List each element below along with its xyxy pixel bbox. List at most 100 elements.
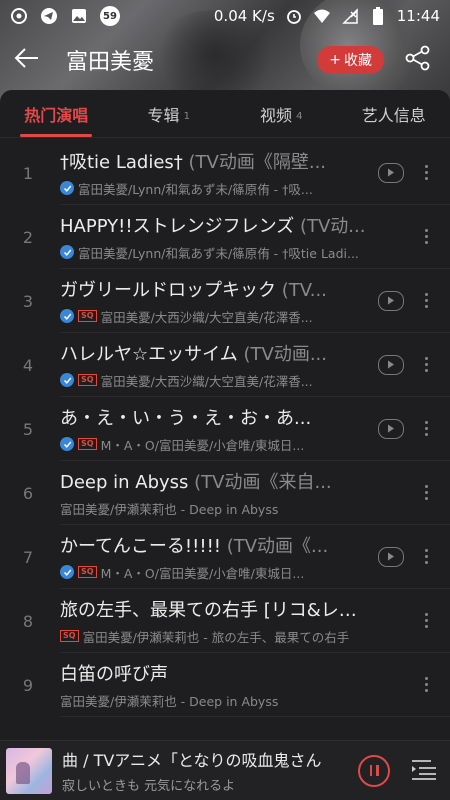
song-subtitle: (TV动画《来自...	[188, 471, 332, 493]
song-rank: 2	[22, 227, 34, 247]
more-options-button[interactable]	[416, 542, 436, 572]
more-options-button[interactable]	[416, 222, 436, 252]
mini-player[interactable]: 曲 / TVアニメ「となりの吸血鬼さん 寂しいときも 元気になれるよ	[0, 740, 450, 800]
share-icon	[405, 45, 431, 75]
song-row[interactable]: 5 あ・え・い・う・え・お・あ... SQ M・A・O/富田美憂/小倉唯/東城日…	[0, 397, 450, 461]
song-artists: M・A・O/富田美憂/小倉唯/東城日...	[100, 565, 305, 581]
tab-albums[interactable]: 专辑 1	[113, 90, 226, 137]
album-cover[interactable]	[6, 747, 52, 794]
song-title: HAPPY!!ストレンジフレンズ	[60, 215, 295, 237]
mv-button[interactable]	[378, 290, 404, 311]
content-panel: 热门演唱 专辑 1 视频 4 艺人信息 1 †吸tie Ladies† (TV动…	[0, 90, 450, 740]
verified-icon	[60, 437, 74, 451]
song-title: ハレルヤ☆エッサイム	[60, 343, 238, 365]
song-artists: 富田美憂/Lynn/和氣あず未/篠原侑 - †吸tie Ladi...	[78, 245, 359, 261]
song-title-line: ハレルヤ☆エッサイム (TV动画...	[60, 340, 370, 366]
header-bar: 富田美憂 + 收藏	[0, 34, 450, 86]
song-row[interactable]: 2 HAPPY!!ストレンジフレンズ (TV动... 富田美憂/Lynn/和氣あ…	[0, 205, 450, 269]
more-options-button[interactable]	[416, 606, 436, 636]
song-meta: 富田美憂/伊瀬茉莉也 - Deep in Abyss	[60, 691, 370, 710]
more-options-button[interactable]	[416, 350, 436, 380]
song-title: 白笛の呼び声	[60, 663, 168, 685]
netease-notification-icon	[10, 7, 28, 25]
mv-button[interactable]	[378, 418, 404, 439]
more-options-button[interactable]	[416, 670, 436, 700]
song-row[interactable]: 4 ハレルヤ☆エッサイム (TV动画... SQ 富田美憂/大西沙織/大空直美/…	[0, 333, 450, 397]
song-meta: SQ 富田美憂/大西沙織/大空直美/花澤香...	[60, 307, 370, 326]
song-title-line: HAPPY!!ストレンジフレンズ (TV动...	[60, 212, 370, 238]
song-title: ガヴリールドロップキック	[60, 279, 276, 301]
song-rank: 5	[22, 419, 34, 439]
song-title: †吸tie Ladies†	[60, 151, 183, 173]
song-meta: 富田美憂/Lynn/和氣あず未/篠原侑 - †吸tie Ladi...	[60, 243, 370, 262]
tab-count: 4	[296, 111, 303, 122]
more-options-button[interactable]	[416, 158, 436, 188]
song-title-line: かーてんこーる!!!!! (TV动画《...	[60, 532, 370, 558]
now-playing-title: 曲 / TVアニメ「となりの吸血鬼さん	[62, 751, 322, 770]
song-rank: 8	[22, 611, 34, 631]
song-subtitle: (TV动画...	[237, 343, 328, 365]
playlist-icon	[411, 758, 437, 784]
tab-label: 热门演唱	[24, 105, 89, 125]
song-row[interactable]: 1 †吸tie Ladies† (TV动画《隔壁... 富田美憂/Lynn/和氣…	[0, 141, 450, 205]
sq-quality-icon: SQ	[78, 438, 97, 450]
song-rank: 9	[22, 675, 34, 695]
tab-hot-songs[interactable]: 热门演唱	[0, 90, 113, 137]
favorite-label: 收藏	[344, 53, 372, 69]
song-meta: SQ M・A・O/富田美憂/小倉唯/東城日...	[60, 435, 370, 454]
song-subtitle: (TV动画《隔壁...	[182, 151, 327, 173]
artist-name: 富田美憂	[66, 50, 155, 75]
song-row[interactable]: 3 ガヴリールドロップキック (TV... SQ 富田美憂/大西沙織/大空直美/…	[0, 269, 450, 333]
song-row[interactable]: 6 Deep in Abyss (TV动画《来自... 富田美憂/伊瀬茉莉也 -…	[0, 461, 450, 525]
song-artists: 富田美憂/大西沙織/大空直美/花澤香...	[100, 309, 313, 325]
alarm-icon	[285, 7, 303, 25]
song-meta: SQ 富田美憂/伊瀬茉莉也 - 旅の左手、最果ての右手	[60, 627, 370, 646]
song-row[interactable]: 7 かーてんこーる!!!!! (TV动画《... SQ M・A・O/富田美憂/小…	[0, 525, 450, 589]
tab-label: 专辑	[147, 105, 180, 125]
song-title-line: 白笛の呼び声	[60, 660, 370, 686]
song-artists: 富田美憂/大西沙織/大空直美/花澤香...	[100, 373, 313, 389]
song-rank: 4	[22, 355, 34, 375]
more-options-button[interactable]	[416, 286, 436, 316]
song-meta: 富田美憂/伊瀬茉莉也 - Deep in Abyss	[60, 499, 370, 518]
tab-count: 1	[183, 111, 190, 122]
status-bar: 59 0.04 K/s 11:44	[0, 0, 450, 32]
song-artists: 富田美憂/伊瀬茉莉也 - 旅の左手、最果ての右手	[82, 629, 350, 645]
playlist-button[interactable]	[410, 757, 438, 785]
back-button[interactable]	[14, 40, 54, 80]
mv-button[interactable]	[378, 162, 404, 183]
song-row[interactable]: 8 旅の左手、最果ての右手 [リコ&レグ... SQ 富田美憂/伊瀬茉莉也 - …	[0, 589, 450, 653]
pause-icon-bar	[369, 765, 372, 776]
clock: 11:44	[396, 7, 440, 25]
more-options-button[interactable]	[416, 478, 436, 508]
song-rank: 6	[22, 483, 34, 503]
pause-button[interactable]	[358, 754, 390, 787]
song-rank: 1	[22, 163, 34, 183]
tab-artist-info[interactable]: 艺人信息	[338, 90, 450, 137]
song-artists: 富田美憂/伊瀬茉莉也 - Deep in Abyss	[60, 693, 279, 709]
sq-quality-icon: SQ	[78, 310, 97, 322]
song-rank: 7	[22, 547, 34, 567]
song-row[interactable]: 9 白笛の呼び声 富田美憂/伊瀬茉莉也 - Deep in Abyss	[0, 653, 450, 717]
tab-bar: 热门演唱 专辑 1 视频 4 艺人信息	[0, 90, 450, 138]
play-icon	[388, 168, 394, 177]
mv-button[interactable]	[378, 354, 404, 375]
song-artists: 富田美憂/Lynn/和氣あず未/篠原侑 - †吸...	[78, 181, 313, 197]
mv-button[interactable]	[378, 546, 404, 567]
share-button[interactable]	[400, 42, 436, 78]
play-icon	[388, 296, 394, 305]
song-title-line: †吸tie Ladies† (TV动画《隔壁...	[60, 148, 370, 174]
play-icon	[388, 424, 394, 433]
favorite-button[interactable]: + 收藏	[317, 46, 384, 74]
verified-icon	[60, 565, 74, 579]
play-icon	[388, 552, 394, 561]
verified-icon	[60, 245, 74, 259]
tab-videos[interactable]: 视频 4	[225, 90, 338, 137]
battery-icon	[369, 7, 387, 25]
song-title-line: 旅の左手、最果ての右手 [リコ&レグ...	[60, 596, 370, 622]
wifi-icon	[313, 7, 331, 25]
sq-quality-icon: SQ	[78, 566, 97, 578]
more-options-button[interactable]	[416, 414, 436, 444]
plus-icon: +	[329, 52, 341, 68]
song-title: あ・え・い・う・え・お・あ...	[60, 407, 312, 429]
